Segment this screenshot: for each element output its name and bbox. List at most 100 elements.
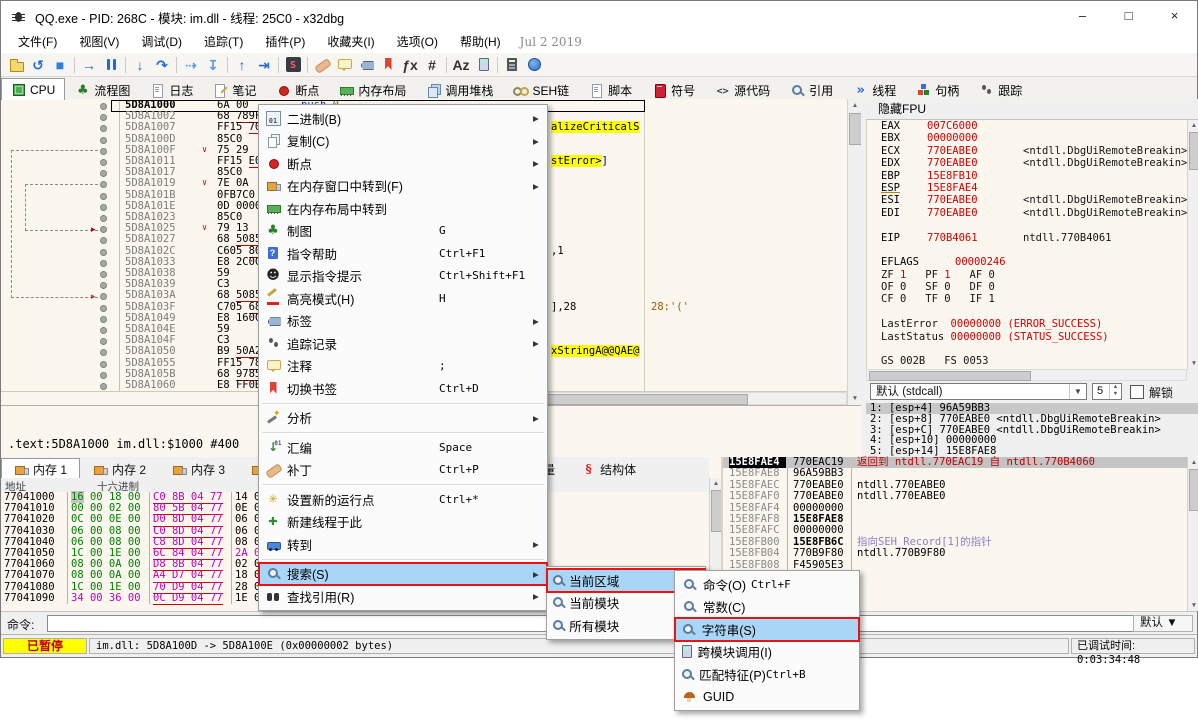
calculator-button[interactable] bbox=[501, 55, 523, 75]
menu-视图V[interactable]: 视图(V) bbox=[68, 32, 130, 52]
breakpoint-dot-icon[interactable] bbox=[100, 114, 107, 121]
register-line[interactable]: ECX770EABE0<ntdll.DbgUiRemoteBreakin> bbox=[867, 145, 1188, 157]
unlock-checkbox[interactable] bbox=[1130, 385, 1144, 399]
submenu-item-guid[interactable]: GUID bbox=[675, 686, 859, 709]
register-line[interactable] bbox=[867, 343, 1188, 355]
scroll-down-icon[interactable] bbox=[1188, 360, 1198, 367]
scroll-up-icon[interactable] bbox=[848, 102, 862, 109]
breakpoint-dot-icon[interactable] bbox=[100, 103, 107, 110]
tab-notes[interactable]: 笔记 bbox=[203, 79, 266, 100]
register-line[interactable]: EBP15E8FB10 bbox=[867, 170, 1188, 182]
titlebar[interactable]: QQ.exe - PID: 268C - 模块: im.dll - 线程: 25… bbox=[1, 1, 1197, 31]
breakpoint-dot-icon[interactable] bbox=[100, 316, 107, 323]
tab-log[interactable]: 日志 bbox=[140, 79, 203, 100]
call-arguments-list[interactable]: 1: [esp+4] 96A59BB32: [esp+8] 770EABE0 <… bbox=[866, 403, 1198, 457]
scroll-down-icon[interactable] bbox=[848, 395, 862, 402]
tab-dump-1[interactable]: 内存 1 bbox=[1, 458, 80, 479]
tab-dump-3[interactable]: 内存 3 bbox=[159, 459, 238, 479]
menu-item-copy[interactable]: 复制(C) bbox=[259, 130, 547, 153]
menu-item-graph[interactable]: 制图G bbox=[259, 220, 547, 243]
menu-item-toggle-bookmark[interactable]: 切换书签Ctrl+D bbox=[259, 377, 547, 400]
menu-追踪T[interactable]: 追踪(T) bbox=[193, 32, 254, 52]
tab-cpu[interactable]: CPU bbox=[1, 78, 65, 100]
register-line[interactable] bbox=[867, 219, 1188, 231]
register-line[interactable]: CF 0 TF 0 IF 1 bbox=[867, 293, 1188, 305]
breakpoint-dot-icon[interactable] bbox=[100, 249, 107, 256]
tab-memory-map[interactable]: 内存布局 bbox=[329, 79, 416, 100]
function-analysis-button[interactable]: ƒx bbox=[399, 55, 421, 75]
breakpoint-dot-icon[interactable] bbox=[100, 204, 107, 211]
tab-source[interactable]: 源代码 bbox=[705, 79, 780, 100]
step-over-button[interactable]: ↷ bbox=[151, 55, 173, 75]
minimize-button[interactable]: – bbox=[1060, 1, 1105, 31]
breakpoint-dot-icon[interactable] bbox=[100, 137, 107, 144]
breakpoint-dot-icon[interactable] bbox=[100, 305, 107, 312]
chevron-down-icon[interactable] bbox=[1069, 384, 1086, 399]
register-line[interactable]: EDX770EABE0<ntdll.DbgUiRemoteBreakin> bbox=[867, 157, 1188, 169]
scroll-up-icon[interactable] bbox=[1188, 122, 1198, 129]
breakpoint-dot-icon[interactable] bbox=[100, 226, 107, 233]
register-line[interactable]: LastStatus 00000000 (STATUS_SUCCESS) bbox=[867, 331, 1188, 343]
command-profile-select[interactable]: 默认 bbox=[1133, 615, 1193, 632]
breakpoint-dot-icon[interactable] bbox=[100, 349, 107, 356]
registers-vscroll-thumb[interactable] bbox=[1189, 132, 1198, 170]
submenu-item-pattern[interactable]: 匹配特征(P)Ctrl+B bbox=[675, 663, 859, 686]
tab-handles[interactable]: 句柄 bbox=[906, 79, 969, 100]
menu-选项O[interactable]: 选项(O) bbox=[386, 32, 449, 52]
patch-button[interactable] bbox=[311, 55, 333, 75]
breakpoint-dot-icon[interactable] bbox=[100, 282, 107, 289]
menu-item-follow-in-memory-map[interactable]: 在内存布局中转到 bbox=[259, 197, 547, 220]
hash-button[interactable]: # bbox=[421, 55, 443, 75]
breakpoint-dot-icon[interactable] bbox=[100, 338, 107, 345]
menu-item-label[interactable]: 标签 bbox=[259, 310, 547, 333]
register-line[interactable]: ZF 1 PF 1 AF 0 bbox=[867, 269, 1188, 281]
tab-graph[interactable]: 流程图 bbox=[65, 79, 140, 100]
maximize-button[interactable]: □ bbox=[1106, 1, 1151, 31]
tab-symbols[interactable]: 符号 bbox=[642, 79, 705, 100]
labels-button[interactable] bbox=[355, 55, 377, 75]
register-line[interactable]: EAX007C6000 bbox=[867, 120, 1188, 132]
disasm-vscrollbar[interactable] bbox=[847, 99, 862, 405]
menu-帮助H[interactable]: 帮助(H) bbox=[449, 32, 512, 52]
bookmarks-button[interactable] bbox=[377, 55, 399, 75]
pause-button[interactable] bbox=[100, 55, 122, 75]
breakpoint-dot-icon[interactable] bbox=[100, 237, 107, 244]
tab-trace[interactable]: 跟踪 bbox=[969, 79, 1032, 100]
menu-item-follow-in-memory-window[interactable]: 在内存窗口中转到(F) bbox=[259, 175, 547, 198]
registers-vscrollbar[interactable] bbox=[1187, 120, 1198, 369]
tab-dump-2[interactable]: 内存 2 bbox=[80, 459, 159, 479]
menu-item-create-thread-here[interactable]: 新建线程于此 bbox=[259, 511, 547, 534]
submenu-item-command[interactable]: 命令(O)Ctrl+F bbox=[675, 573, 859, 596]
registers-hscroll-thumb[interactable] bbox=[869, 371, 1031, 381]
argument-count-stepper[interactable]: 5 ▲▼ bbox=[1092, 383, 1122, 400]
register-line[interactable]: EBX00000000 bbox=[867, 132, 1188, 144]
call-argument-row[interactable]: 2: [esp+8] 770EABE0 <ntdll.DbgUiRemoteBr… bbox=[866, 414, 1198, 425]
case-convert-button[interactable]: Az bbox=[450, 55, 472, 75]
menu-item-breakpoint[interactable]: 断点 bbox=[259, 152, 547, 175]
register-line[interactable]: GS 002B FS 0053 bbox=[867, 355, 1188, 367]
submenu-item-constant[interactable]: 常数(C) bbox=[675, 596, 859, 619]
register-line[interactable]: OF 0 SF 0 DF 0 bbox=[867, 281, 1188, 293]
comments-button[interactable] bbox=[333, 55, 355, 75]
breakpoint-dot-icon[interactable] bbox=[100, 260, 107, 267]
preferences-globe-button[interactable] bbox=[523, 55, 545, 75]
register-line[interactable]: EIP770B4061ntdll.770B4061 bbox=[867, 232, 1188, 244]
submenu-item-string-references[interactable]: 字符串(S) bbox=[675, 618, 859, 641]
tab-seh[interactable]: SEH链 bbox=[503, 79, 579, 100]
tab-call-stack[interactable]: 调用堆栈 bbox=[416, 79, 503, 100]
tab-references[interactable]: 引用 bbox=[780, 79, 843, 100]
breakpoint-dot-icon[interactable] bbox=[100, 327, 107, 334]
tab-threads[interactable]: 线程 bbox=[843, 79, 906, 100]
menu-item-find-references[interactable]: 查找引用(R) bbox=[259, 585, 547, 608]
menu-item-patch[interactable]: 补丁Ctrl+P bbox=[259, 459, 547, 482]
stack-row[interactable]: 15E8FAF0770EABE0ntdll.770EABE0 bbox=[723, 491, 1187, 502]
restart-button[interactable]: ↺ bbox=[27, 55, 49, 75]
execute-till-return-button[interactable]: ↑ bbox=[231, 55, 253, 75]
menu-item-search[interactable]: 搜索(S) bbox=[259, 563, 547, 586]
breakpoint-dot-icon[interactable] bbox=[100, 215, 107, 222]
menu-item-show-mnemonic-brief[interactable]: 显示指令提示Ctrl+Shift+F1 bbox=[259, 265, 547, 288]
menu-item-instruction-help[interactable]: 指令帮助Ctrl+F1 bbox=[259, 242, 547, 265]
breakpoint-dot-icon[interactable] bbox=[100, 159, 107, 166]
stop-button[interactable]: ■ bbox=[49, 55, 71, 75]
trace-into-button[interactable]: ⇢ bbox=[180, 55, 202, 75]
